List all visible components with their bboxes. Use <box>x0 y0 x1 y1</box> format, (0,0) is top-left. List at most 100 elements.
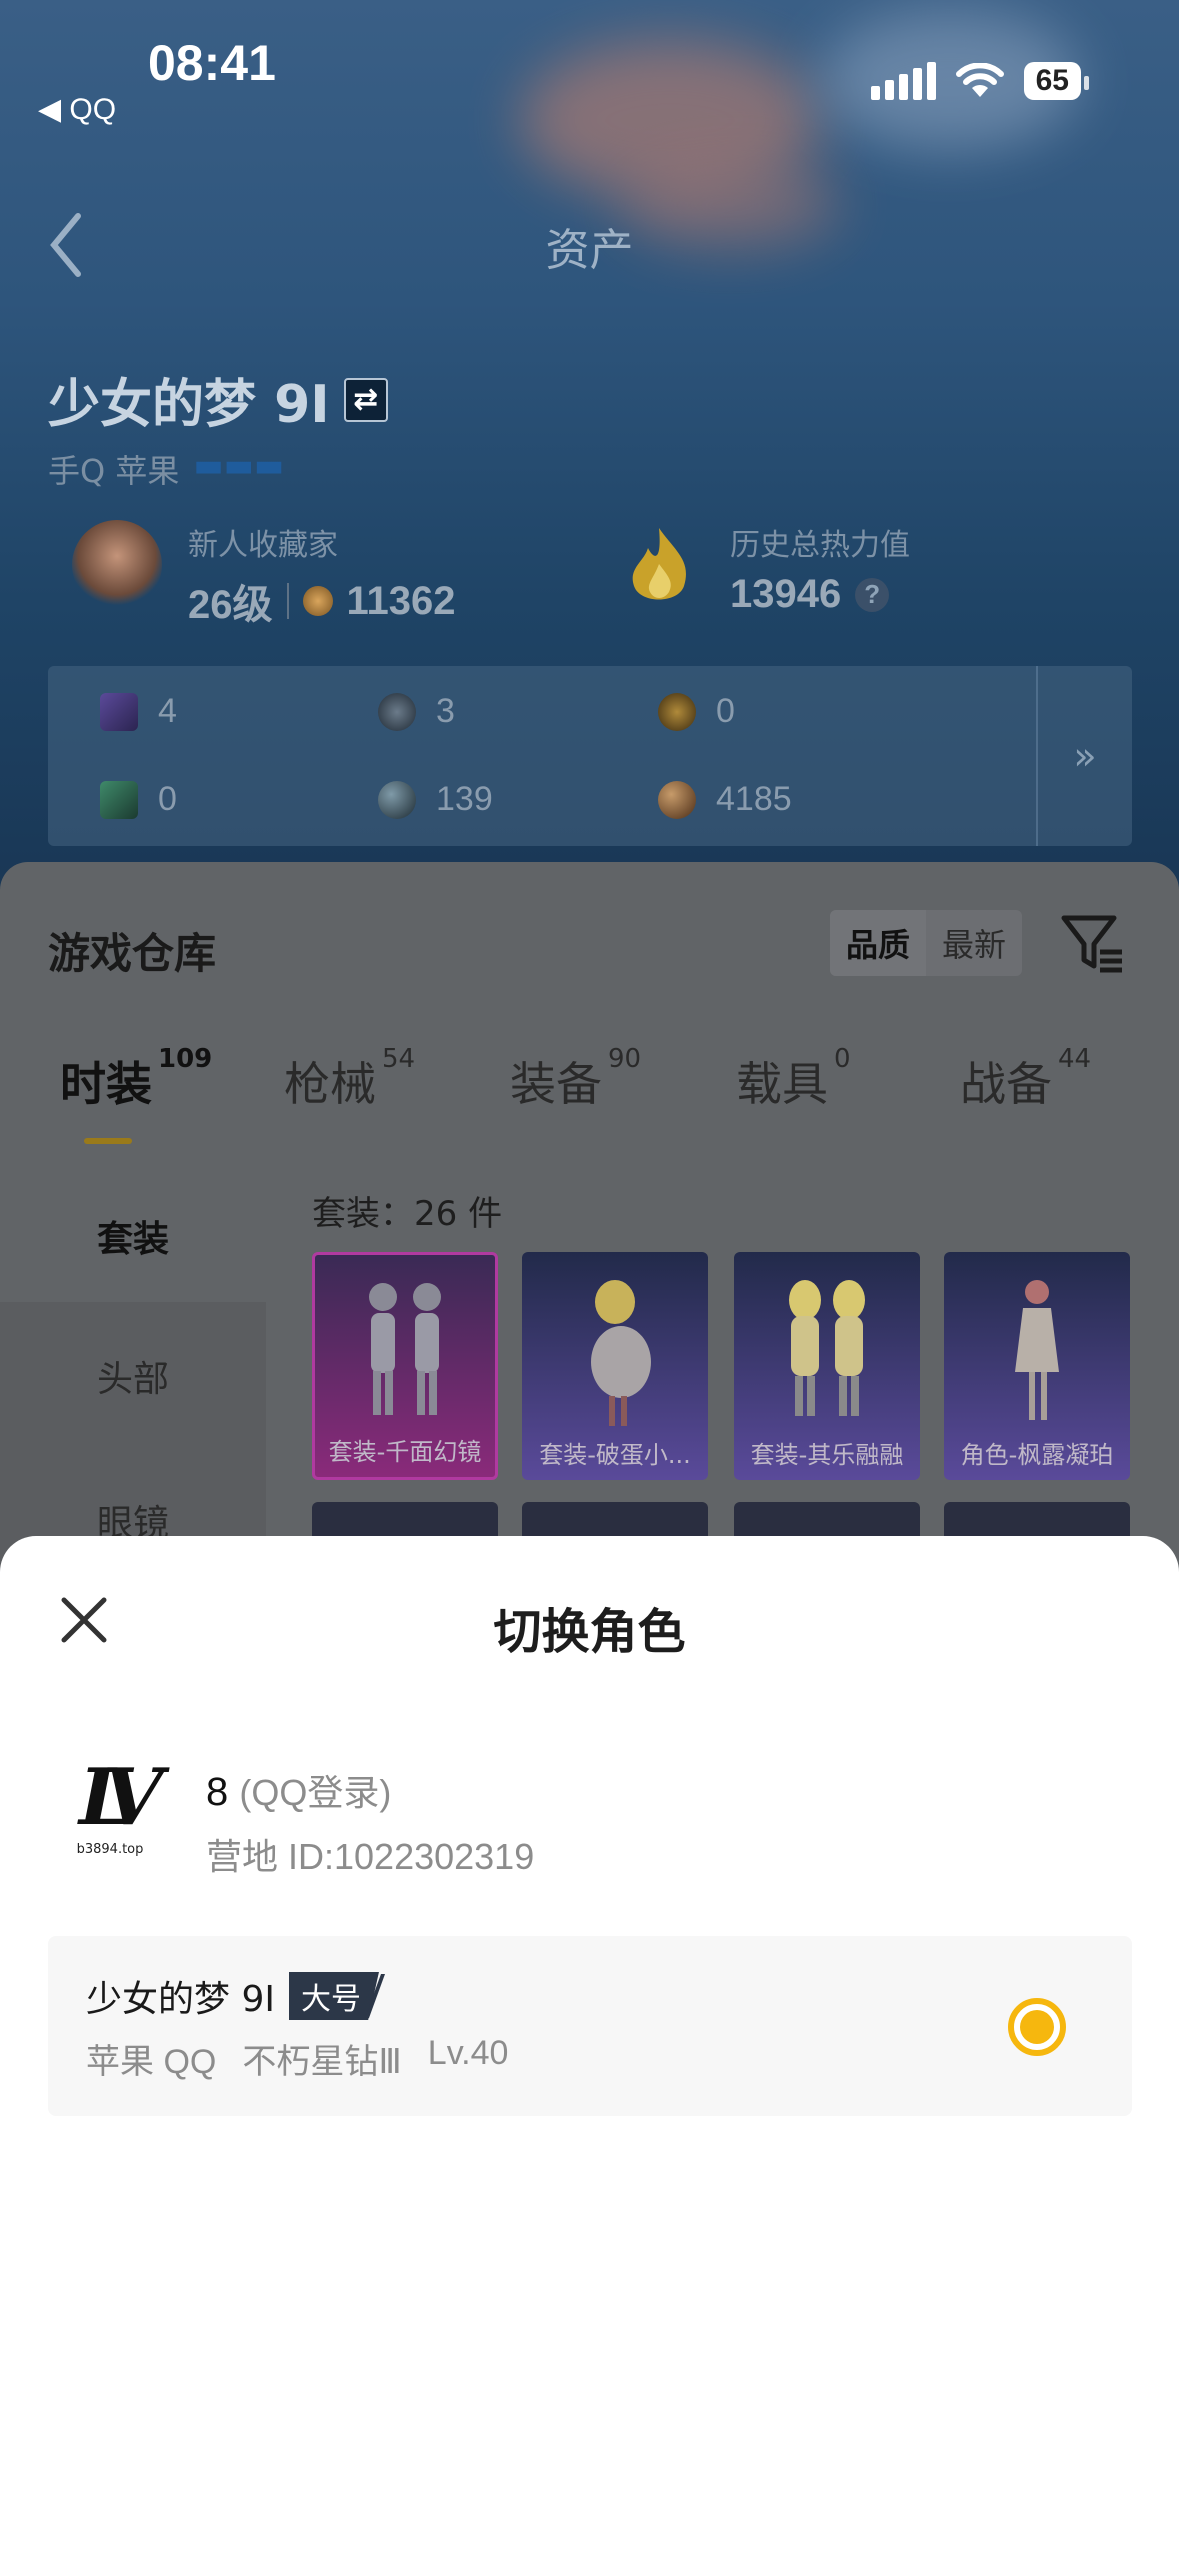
badge-label: 大号 <box>288 1972 379 2020</box>
outfit-figure <box>369 1283 441 1415</box>
avatar: LV b3894.top <box>58 1752 163 1866</box>
tab-label: 枪械 <box>284 1057 376 1111</box>
resource-item: 0 <box>658 692 735 731</box>
player-platform: 手Q 苹果 <box>48 452 180 490</box>
tab-label: 时装 <box>60 1057 152 1111</box>
avatar-logo: LV <box>78 1752 163 1843</box>
divider <box>286 583 289 619</box>
orb-dark-icon <box>378 780 416 819</box>
outfit-figure <box>591 1280 651 1426</box>
resources-more-button[interactable]: » <box>1036 666 1132 846</box>
resource-value: 0 <box>158 780 177 818</box>
back-to-app-link[interactable]: ◀ QQ <box>38 92 116 127</box>
resource-value: 3 <box>436 692 455 730</box>
resource-value: 4 <box>158 692 177 730</box>
card-green-icon <box>100 780 138 819</box>
tab-weapons[interactable]: 枪械 54 <box>284 1044 415 1114</box>
item-count-label: 套装：26 件 <box>312 1194 503 1234</box>
background-scenery <box>0 0 1179 1000</box>
radio-dot <box>1020 2010 1054 2044</box>
item-label: 套装-千面幻镜 <box>328 1438 482 1466</box>
player-name-row: 少女的梦 9I ⇄ <box>48 362 388 437</box>
item-card[interactable]: 套装-千面幻镜 <box>312 1252 498 1480</box>
role-level: Lv.40 <box>427 2034 509 2072</box>
tab-count: 54 <box>382 1044 416 1074</box>
coin-silver-icon <box>378 692 416 731</box>
outfit-figure <box>1015 1280 1059 1420</box>
switch-role-sheet: 切换角色 LV b3894.top 8 (QQ登录) 营地 ID:1022302… <box>0 1536 1179 2556</box>
heat-value: 13946 <box>730 572 842 616</box>
player-sub-link[interactable]: ▬▬▬ <box>193 446 284 492</box>
tab-label: 装备 <box>510 1057 602 1111</box>
resource-value: 0 <box>716 692 735 730</box>
tab-count: 90 <box>608 1044 642 1074</box>
status-icons: 65 <box>870 62 1090 100</box>
sort-newest-option[interactable]: 最新 <box>926 910 1022 976</box>
collector-stat[interactable]: 新人收藏家 26级 11362 <box>72 520 456 630</box>
player-name: 少女的梦 9I <box>48 375 330 435</box>
tab-count: 0 <box>834 1044 851 1074</box>
collector-level: 26级 <box>188 583 273 627</box>
tab-count: 44 <box>1058 1044 1092 1074</box>
tab-label: 战备 <box>960 1057 1052 1111</box>
help-icon[interactable]: ? <box>855 577 890 612</box>
login-type: (QQ登录) <box>239 1772 392 1813</box>
sheet-title: 切换角色 <box>493 1604 686 1660</box>
tab-supplies[interactable]: 战备 44 <box>960 1044 1091 1114</box>
heat-label: 历史总热力值 <box>730 528 910 563</box>
account-name: 8 <box>206 1770 229 1814</box>
collection-points: 11362 <box>346 578 456 623</box>
item-label: 套装-其乐融融 <box>750 1441 904 1469</box>
resource-item: 0 <box>100 780 177 819</box>
account-name-row: 8 (QQ登录) <box>206 1764 391 1816</box>
warehouse-tabs: 时装 109 枪械 54 装备 90 载具 0 战备 44 <box>0 1044 1179 1128</box>
resource-item: 4185 <box>658 780 792 819</box>
resource-item: 3 <box>378 692 455 731</box>
collector-medal-icon <box>72 520 162 610</box>
role-platform: 苹果 QQ <box>86 2043 217 2081</box>
resource-value: 139 <box>436 780 493 818</box>
camp-id: 营地 ID:1022302319 <box>206 1836 535 1877</box>
role-details: 苹果 QQ 不朽星钻Ⅲ Lv.40 <box>86 2034 508 2083</box>
signal-icon <box>870 62 936 100</box>
orb-bronze-icon <box>658 780 696 819</box>
collector-label: 新人收藏家 <box>188 528 338 563</box>
battery-indicator: 65 <box>1023 62 1090 100</box>
item-label: 套装-破蛋小... <box>539 1441 691 1469</box>
filter-icon[interactable] <box>1060 910 1126 976</box>
outfit-figure <box>789 1280 865 1416</box>
role-name: 少女的梦 9I <box>86 1979 275 2020</box>
resource-value: 4185 <box>716 780 792 818</box>
tab-fashion[interactable]: 时装 109 <box>60 1044 212 1114</box>
resource-item: 4 <box>100 692 177 731</box>
tab-count: 109 <box>158 1044 213 1074</box>
item-card[interactable]: 套装-其乐融融 <box>734 1252 920 1480</box>
role-selected-radio[interactable] <box>1008 1998 1066 2056</box>
avatar-url-text: b3894.top <box>76 1842 144 1857</box>
resource-item: 139 <box>378 780 493 819</box>
role-option[interactable]: 少女的梦 9I 大号 苹果 QQ 不朽星钻Ⅲ Lv.40 <box>48 1936 1132 2116</box>
warehouse-title: 游戏仓库 <box>48 929 217 978</box>
category-head[interactable]: 头部 <box>0 1350 266 1402</box>
active-tab-indicator <box>84 1138 132 1144</box>
tab-vehicles[interactable]: 载具 0 <box>736 1044 851 1114</box>
main-account-badge: 大号 <box>288 1972 385 2020</box>
heat-stat[interactable]: 历史总热力值 13946 ? <box>614 520 910 617</box>
sort-toggle: 品质 最新 <box>830 910 1023 976</box>
tab-label: 载具 <box>736 1057 828 1111</box>
status-time: 08:41 <box>148 35 276 91</box>
switch-role-icon[interactable]: ⇄ <box>343 377 388 422</box>
tab-equipment[interactable]: 装备 90 <box>510 1044 641 1114</box>
item-card[interactable]: 套装-破蛋小... <box>522 1252 708 1480</box>
coin-gold-icon <box>658 692 696 731</box>
player-sub-line: 手Q 苹果 ▬▬▬ <box>48 446 284 492</box>
resources-panel: 4 3 0 0 139 4185 » <box>48 666 1132 846</box>
category-suit[interactable]: 套装 <box>0 1162 266 1302</box>
item-card[interactable]: 角色-枫露凝珀 <box>944 1252 1130 1480</box>
flame-icon <box>632 528 686 600</box>
card-purple-icon <box>100 692 138 731</box>
sort-quality-option[interactable]: 品质 <box>830 910 927 976</box>
collection-coin-icon <box>302 586 333 616</box>
item-label: 角色-枫露凝珀 <box>960 1441 1114 1469</box>
role-name-row: 少女的梦 9I 大号 <box>86 1970 385 2022</box>
